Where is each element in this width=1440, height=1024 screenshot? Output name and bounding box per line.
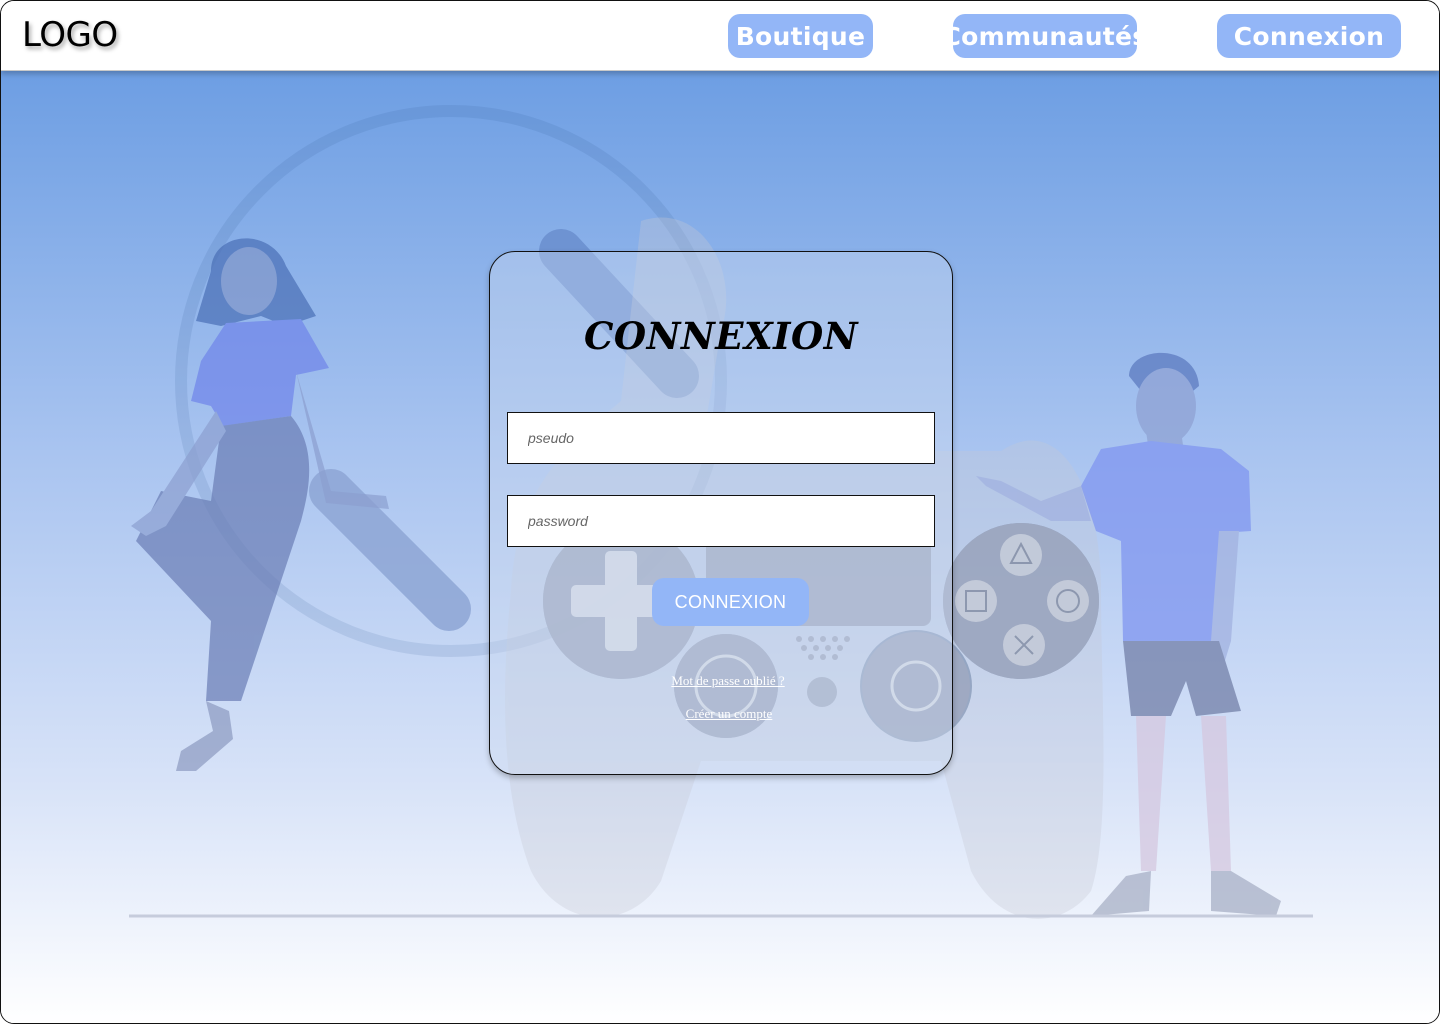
app-window: LOGO Boutique Communautés Connexion CONN… [0, 0, 1440, 1024]
logo[interactable]: LOGO [22, 15, 118, 55]
nav-communautes-button[interactable]: Communautés [943, 14, 1147, 58]
nav-boutique-button[interactable]: Boutique [728, 14, 873, 58]
pseudo-input[interactable] [507, 412, 935, 464]
password-input[interactable] [507, 495, 935, 547]
login-card: CONNEXION CONNEXION Mot de passe oublié … [489, 251, 953, 775]
login-title: CONNEXION [583, 314, 859, 358]
connexion-submit-button[interactable]: CONNEXION [652, 578, 809, 626]
forgot-password-link[interactable]: Mot de passe oublié ? [490, 673, 952, 689]
top-navbar: LOGO Boutique Communautés Connexion [1, 1, 1439, 71]
face-buttons [943, 523, 1099, 679]
nav-connexion-button[interactable]: Connexion [1217, 14, 1401, 58]
create-account-link[interactable]: Créer un compte [490, 706, 952, 722]
woman-figure [131, 238, 389, 771]
